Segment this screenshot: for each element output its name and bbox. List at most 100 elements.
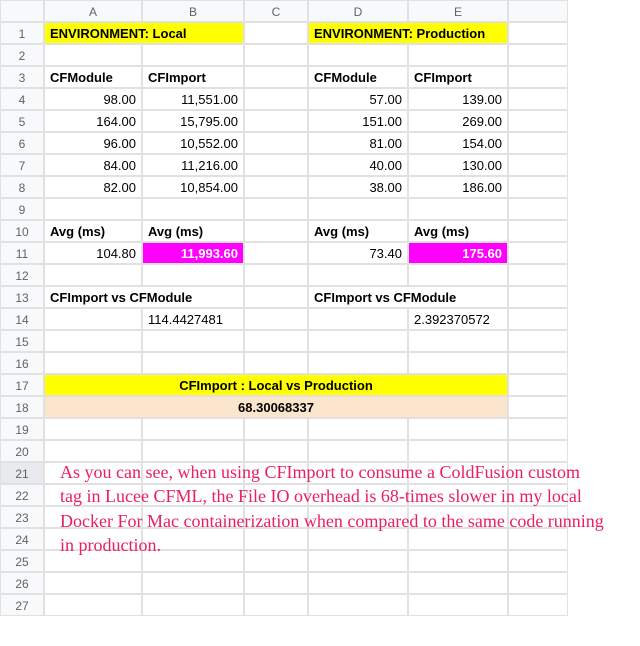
cell-F12[interactable] [508,264,568,286]
cell-F3[interactable] [508,66,568,88]
row-header-6[interactable]: 6 [0,132,44,154]
row-header-19[interactable]: 19 [0,418,44,440]
row-header-20[interactable]: 20 [0,440,44,462]
cell-F9[interactable] [508,198,568,220]
cell-C23[interactable] [244,506,308,528]
cell-B9[interactable] [142,198,244,220]
cell-B22[interactable] [142,484,244,506]
cell-E21[interactable] [408,462,508,484]
cell-C13[interactable] [244,286,308,308]
cell-D13[interactable]: CFImport vs CFModule [308,286,508,308]
cell-C10[interactable] [244,220,308,242]
cell-B8[interactable]: 10,854.00 [142,176,244,198]
cell-E10[interactable]: Avg (ms) [408,220,508,242]
cell-B19[interactable] [142,418,244,440]
cell-E8[interactable]: 186.00 [408,176,508,198]
cell-A12[interactable] [44,264,142,286]
cell-A18[interactable]: 68.30068337 [44,396,508,418]
cell-B11[interactable]: 11,993.60 [142,242,244,264]
cell-C6[interactable] [244,132,308,154]
row-header-11[interactable]: 11 [0,242,44,264]
row-header-17[interactable]: 17 [0,374,44,396]
cell-A7[interactable]: 84.00 [44,154,142,176]
cell-D21[interactable] [308,462,408,484]
cell-F1[interactable] [508,22,568,44]
row-header-10[interactable]: 10 [0,220,44,242]
cell-A9[interactable] [44,198,142,220]
cell-B12[interactable] [142,264,244,286]
cell-D20[interactable] [308,440,408,462]
cell-A26[interactable] [44,572,142,594]
cell-B27[interactable] [142,594,244,616]
cell-D15[interactable] [308,330,408,352]
cell-B6[interactable]: 10,552.00 [142,132,244,154]
cell-C14[interactable] [244,308,308,330]
spreadsheet-grid[interactable]: A B C D E 1 ENVIRONMENT: Local ENVIRONME… [0,0,640,616]
cell-E22[interactable] [408,484,508,506]
row-header-9[interactable]: 9 [0,198,44,220]
cell-E20[interactable] [408,440,508,462]
cell-D16[interactable] [308,352,408,374]
cell-A3[interactable]: CFModule [44,66,142,88]
row-header-3[interactable]: 3 [0,66,44,88]
cell-F4[interactable] [508,88,568,110]
cell-E19[interactable] [408,418,508,440]
cell-D23[interactable] [308,506,408,528]
cell-D6[interactable]: 81.00 [308,132,408,154]
cell-F16[interactable] [508,352,568,374]
cell-A19[interactable] [44,418,142,440]
cell-C11[interactable] [244,242,308,264]
row-header-1[interactable]: 1 [0,22,44,44]
col-header-F[interactable] [508,0,568,22]
cell-B23[interactable] [142,506,244,528]
cell-F20[interactable] [508,440,568,462]
cell-B14[interactable]: 114.4427481 [142,308,244,330]
cell-F26[interactable] [508,572,568,594]
cell-C12[interactable] [244,264,308,286]
cell-E25[interactable] [408,550,508,572]
cell-A1[interactable]: ENVIRONMENT: Local [44,22,244,44]
cell-F25[interactable] [508,550,568,572]
cell-D7[interactable]: 40.00 [308,154,408,176]
cell-D3[interactable]: CFModule [308,66,408,88]
row-header-21[interactable]: 21 [0,462,44,484]
cell-A21[interactable] [44,462,142,484]
row-header-12[interactable]: 12 [0,264,44,286]
cell-B2[interactable] [142,44,244,66]
cell-B24[interactable] [142,528,244,550]
cell-E11[interactable]: 175.60 [408,242,508,264]
cell-A20[interactable] [44,440,142,462]
cell-A6[interactable]: 96.00 [44,132,142,154]
cell-A5[interactable]: 164.00 [44,110,142,132]
cell-A27[interactable] [44,594,142,616]
row-header-7[interactable]: 7 [0,154,44,176]
cell-C4[interactable] [244,88,308,110]
cell-B26[interactable] [142,572,244,594]
row-header-16[interactable]: 16 [0,352,44,374]
cell-D12[interactable] [308,264,408,286]
row-header-26[interactable]: 26 [0,572,44,594]
cell-E27[interactable] [408,594,508,616]
cell-E24[interactable] [408,528,508,550]
cell-C8[interactable] [244,176,308,198]
col-header-C[interactable]: C [244,0,308,22]
row-header-5[interactable]: 5 [0,110,44,132]
cell-C7[interactable] [244,154,308,176]
cell-D25[interactable] [308,550,408,572]
cell-C15[interactable] [244,330,308,352]
cell-E6[interactable]: 154.00 [408,132,508,154]
cell-D8[interactable]: 38.00 [308,176,408,198]
cell-E4[interactable]: 139.00 [408,88,508,110]
cell-E3[interactable]: CFImport [408,66,508,88]
cell-F17[interactable] [508,374,568,396]
cell-E26[interactable] [408,572,508,594]
cell-A22[interactable] [44,484,142,506]
cell-C3[interactable] [244,66,308,88]
cell-C21[interactable] [244,462,308,484]
cell-E5[interactable]: 269.00 [408,110,508,132]
cell-F11[interactable] [508,242,568,264]
cell-D19[interactable] [308,418,408,440]
row-header-8[interactable]: 8 [0,176,44,198]
cell-F10[interactable] [508,220,568,242]
cell-F6[interactable] [508,132,568,154]
